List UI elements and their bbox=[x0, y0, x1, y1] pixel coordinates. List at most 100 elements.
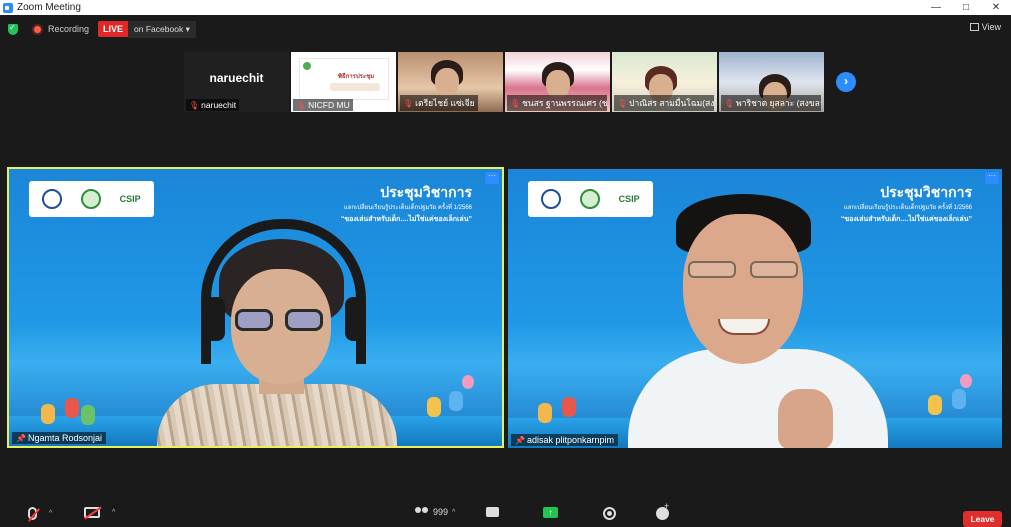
minimize-button[interactable]: — bbox=[921, 0, 951, 15]
participant-name-tag: 🎙ปาณิสร สามมื่นโฉม(สงขลา) bbox=[614, 95, 714, 111]
participant-name-tag: 📌 adisak plitponkarnpim bbox=[511, 434, 619, 446]
speaker-hand bbox=[778, 389, 833, 448]
zoom-app-icon bbox=[3, 2, 13, 13]
chevron-down-icon: ▾ bbox=[185, 23, 190, 34]
video-tile-participant[interactable]: CSIP ประชุมวิชาการ แลกเปลี่ยนเรียนรู้ประ… bbox=[508, 169, 1002, 448]
grid-icon bbox=[969, 23, 979, 31]
live-facebook-dropdown[interactable]: on Facebook ▾ bbox=[128, 20, 196, 38]
participant-thumbnail-strip: naruechit 🎙 naruechit พิธีการประชุม 🎙 NICF… bbox=[184, 52, 824, 112]
kids-illustration bbox=[952, 389, 966, 409]
reactions-button[interactable] bbox=[656, 501, 669, 520]
title-bar: Zoom Meeting — □ ✕ bbox=[0, 0, 1011, 15]
record-button[interactable] bbox=[603, 507, 616, 520]
share-screen-button[interactable]: ↑ bbox=[543, 507, 558, 518]
emblem-logo-icon bbox=[579, 189, 600, 209]
participant-name-tag: 🎙 เตรียไชย์ แซ่เจีย bbox=[400, 95, 478, 111]
kids-illustration bbox=[41, 404, 55, 424]
conference-subtitle: แลกเปลี่ยนเรียนรู้ประเด็นเด็กปฐมวัย ครั้… bbox=[343, 205, 472, 211]
meeting-status-bar: Recording LIVE on Facebook ▾ View bbox=[0, 15, 1011, 43]
participant-thumbnail[interactable]: 🎙ปาณิสร สามมื่นโฉม(สงขลา) bbox=[612, 52, 717, 112]
participant-name-tag: 📌 Ngamta Rodsonjai bbox=[12, 432, 107, 444]
muted-mic-icon: 🎙 bbox=[296, 101, 307, 110]
view-button[interactable]: View bbox=[969, 22, 1001, 32]
security-shield-icon[interactable] bbox=[8, 23, 18, 35]
unmute-button[interactable]: ^ bbox=[28, 507, 52, 520]
participants-count: 999 bbox=[433, 507, 449, 517]
chat-button[interactable] bbox=[486, 507, 499, 517]
participants-button[interactable]: 999 ^ bbox=[415, 507, 455, 517]
headset-icon bbox=[201, 219, 366, 364]
participant-name-tag: 🎙 NICFD MU bbox=[293, 99, 353, 111]
participant-name-tag: 🎙 พาริชาต ยุสลาะ (สงขลา) bbox=[721, 95, 821, 111]
logo-icon bbox=[303, 62, 311, 70]
recording-label: Recording bbox=[48, 24, 90, 34]
video-options-caret[interactable]: ^ bbox=[112, 509, 115, 516]
csip-logo: CSIP bbox=[618, 194, 640, 204]
facebook-label: on Facebook bbox=[134, 23, 184, 34]
kids-illustration bbox=[427, 397, 441, 417]
sponsor-logos: CSIP bbox=[528, 181, 653, 217]
muted-mic-icon: 🎙 bbox=[724, 99, 735, 108]
zoom-window: Zoom Meeting — □ ✕ Recording LIVE on Fac… bbox=[0, 0, 1011, 527]
speaker-face bbox=[683, 214, 803, 364]
reactions-icon bbox=[656, 501, 669, 520]
headset-earcup bbox=[205, 297, 225, 341]
tile-more-options-icon[interactable]: ··· bbox=[485, 172, 499, 184]
pin-icon: 📌 bbox=[16, 434, 26, 443]
chat-icon bbox=[486, 507, 499, 517]
sponsor-logos: CSIP bbox=[29, 181, 154, 217]
slide-row bbox=[330, 83, 380, 91]
kids-illustration bbox=[65, 398, 79, 418]
conference-tagline: “ของเล่นสำหรับเด็ก....ไม่ใช่แค่ของเล็กเล… bbox=[340, 216, 472, 223]
muted-mic-icon: 🎙 bbox=[189, 101, 200, 110]
participant-thumbnail[interactable]: 🎙 เตรียไชย์ แซ่เจีย bbox=[398, 52, 503, 112]
slide-preview: พิธีการประชุม bbox=[299, 58, 389, 100]
glasses-icon bbox=[235, 309, 327, 331]
headset-earcup bbox=[345, 297, 365, 341]
conference-subtitle: แลกเปลี่ยนเรียนรู้ประเด็นเด็กปฐมวัย ครั้… bbox=[843, 205, 972, 211]
participant-name-tag: 🎙 naruechit bbox=[186, 99, 240, 111]
conference-title: ประชุมวิชาการ bbox=[380, 184, 472, 200]
emblem-logo-icon bbox=[80, 189, 101, 209]
audio-options-caret[interactable]: ^ bbox=[49, 510, 52, 517]
university-logo-icon bbox=[541, 189, 562, 209]
tile-more-options-icon[interactable]: ··· bbox=[985, 172, 999, 184]
close-button[interactable]: ✕ bbox=[981, 0, 1011, 15]
kids-illustration bbox=[81, 405, 95, 425]
video-tile-active-speaker[interactable]: CSIP ประชุมวิชาการ แลกเปลี่ยนเรียนรู้ประ… bbox=[7, 167, 504, 448]
kids-illustration bbox=[538, 403, 552, 423]
mic-muted-icon bbox=[28, 507, 37, 520]
record-icon bbox=[603, 507, 616, 520]
kids-illustration bbox=[449, 391, 463, 411]
conference-title: ประชุมวิชาการ bbox=[880, 184, 972, 200]
participant-thumbnail[interactable]: 🎙ชนสร ฐานพรรณเศร (ชย... bbox=[505, 52, 610, 112]
balloon-decoration bbox=[960, 374, 972, 388]
start-video-button[interactable]: ^ bbox=[84, 507, 115, 518]
participants-options-caret[interactable]: ^ bbox=[452, 509, 455, 516]
conference-tagline: “ของเล่นสำหรับเด็ก....ไม่ใช่แค่ของเล็กเล… bbox=[840, 216, 972, 223]
video-off-icon bbox=[84, 507, 100, 518]
next-page-arrow-icon[interactable]: › bbox=[836, 72, 856, 92]
share-screen-icon: ↑ bbox=[543, 507, 558, 518]
pin-icon: 📌 bbox=[515, 436, 525, 445]
leave-button[interactable]: Leave bbox=[963, 511, 1002, 527]
slide-title: พิธีการประชุม bbox=[338, 74, 375, 80]
face-shape bbox=[435, 68, 459, 96]
live-badge: LIVE bbox=[98, 21, 129, 37]
university-logo-icon bbox=[42, 189, 63, 209]
participant-thumbnail[interactable]: 🎙 พาริชาต ยุสลาะ (สงขลา) bbox=[719, 52, 824, 112]
recording-icon[interactable] bbox=[32, 23, 43, 35]
maximize-button[interactable]: □ bbox=[951, 0, 981, 15]
speaker-mouth bbox=[718, 319, 770, 335]
face-shape bbox=[546, 70, 570, 98]
csip-logo: CSIP bbox=[119, 194, 141, 204]
window-title: Zoom Meeting bbox=[17, 2, 81, 13]
view-label: View bbox=[981, 22, 1001, 32]
participant-thumbnail[interactable]: naruechit 🎙 naruechit bbox=[184, 52, 289, 112]
participant-display-name: naruechit bbox=[209, 71, 264, 85]
window-controls: — □ ✕ bbox=[921, 0, 1011, 15]
kids-illustration bbox=[562, 397, 576, 417]
muted-mic-icon: 🎙 bbox=[403, 99, 414, 108]
participant-thumbnail[interactable]: พิธีการประชุม 🎙 NICFD MU bbox=[291, 52, 396, 112]
balloon-decoration bbox=[462, 375, 474, 389]
